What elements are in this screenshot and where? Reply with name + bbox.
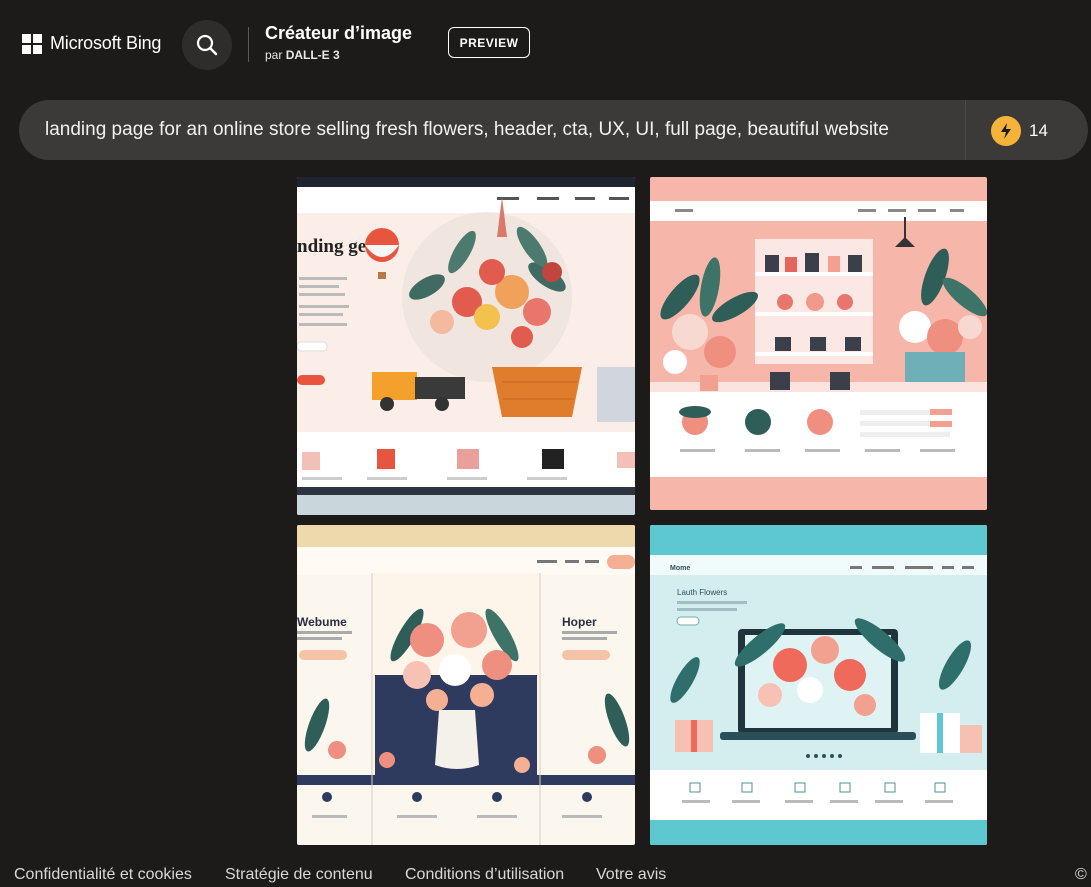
boost-count: 14 [1029,121,1048,140]
title-block: Créateur d’image par DALL-E 3 [265,23,412,62]
image-3-heading-left: Webume [297,615,347,629]
image-4-nav-brand: Mome [670,565,690,572]
prompt-bar: landing page for an online store selling… [19,100,1088,160]
image-3-heading-right: Hoper [562,615,597,629]
preview-button[interactable]: PREVIEW [448,27,530,58]
image-4-heading: Lauth Flowers [677,588,727,597]
logo-text: Microsoft Bing [50,33,162,53]
generated-image-1[interactable]: nding ge [297,177,635,515]
search-button[interactable] [182,20,232,70]
header: Microsoft Bing Créateur d’image par DALL… [0,0,1091,90]
image-1-heading: nding ge [297,236,366,257]
page-subtitle: par DALL-E 3 [265,48,412,62]
prompt-separator [965,100,966,160]
footer-link-content-policy[interactable]: Stratégie de contenu [225,866,373,884]
footer-link-terms[interactable]: Conditions d’utilisation [405,866,564,884]
prompt-input[interactable]: landing page for an online store selling… [45,119,909,141]
footer-link-feedback[interactable]: Votre avis [596,866,666,884]
page-title: Créateur d’image [265,23,413,43]
generated-image-3[interactable]: Webume Hoper [297,525,635,845]
bing-logo[interactable]: Microsoft Bing [22,33,161,54]
subtitle-prefix: par [265,48,283,62]
lightning-icon [991,116,1021,146]
header-divider [248,27,249,62]
model-name: DALL-E 3 [285,48,340,62]
generated-image-4[interactable]: Mome Lauth Flowers [650,525,987,845]
footer: Confidentialité et cookies Stratégie de … [0,862,1091,887]
footer-copyright: © [1075,866,1087,883]
microsoft-logo-icon [22,33,42,54]
boost-counter[interactable]: 14 [991,116,1048,146]
footer-link-privacy[interactable]: Confidentialité et cookies [14,866,192,884]
search-icon [196,34,218,56]
generated-image-2[interactable] [650,177,987,510]
